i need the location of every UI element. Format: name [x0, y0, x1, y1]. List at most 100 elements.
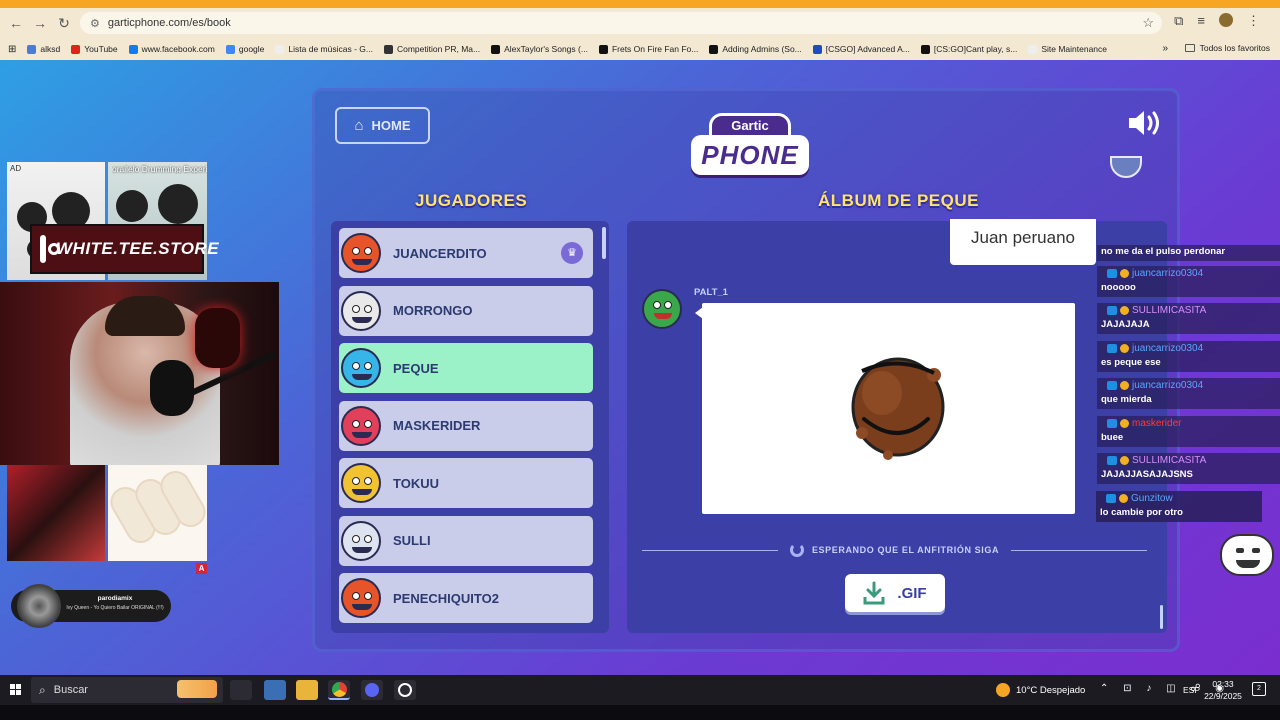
player-avatar — [341, 290, 381, 331]
player-avatar — [341, 233, 381, 273]
player-item[interactable]: MASKERIDER — [339, 400, 593, 451]
google-icon — [225, 44, 235, 54]
apps-icon[interactable]: ⊞ — [8, 44, 16, 55]
ad-title: orailelo Drumming Experi — [112, 164, 207, 174]
download-icon — [863, 581, 885, 605]
ad-product-image[interactable] — [105, 465, 211, 561]
instagram-banner: WHITE.TEE.STORE — [30, 224, 219, 274]
language-indicator[interactable]: ESP — [1183, 685, 1200, 695]
player-name: JUANCERDITO — [393, 245, 487, 261]
url-text: garticphone.com/es/book — [107, 17, 231, 29]
chat-message: Gunzitow lo cambie por otro — [1096, 491, 1262, 522]
notifications-icon[interactable]: 2 — [1252, 682, 1266, 696]
bookmark-item[interactable]: YouTube — [71, 44, 118, 54]
download-gif-button[interactable]: .GIF — [845, 574, 945, 612]
calculator-app-icon[interactable] — [264, 680, 286, 700]
bookmark-item[interactable]: Frets On Fire Fan Fo... — [598, 44, 698, 54]
github-icon — [598, 44, 608, 54]
chat-text: lo cambie por otro — [1100, 507, 1183, 518]
drawing-canvas — [702, 303, 1075, 514]
chat-username: juancarrizo0304 — [1132, 343, 1204, 354]
microphone — [150, 360, 194, 416]
menu-icon[interactable]: ⋮ — [1247, 13, 1260, 29]
game-container: ⌂ HOME Gartic PHONE JUGADORES ÁLBUM DE P… — [312, 88, 1180, 652]
task-view-icon[interactable] — [230, 680, 252, 700]
player-name: MASKERIDER — [393, 418, 481, 433]
chat-username: Gunzitow — [1131, 493, 1173, 504]
youtube-icon — [71, 44, 81, 54]
clock[interactable]: 02:33 22/9/2025 — [1203, 678, 1243, 702]
reload-icon[interactable]: ↻ — [52, 15, 76, 32]
obs-app-icon[interactable] — [394, 680, 416, 700]
chat-message: no me da el pulso perdonar — [1097, 245, 1280, 261]
drawing-face — [851, 357, 945, 460]
home-icon: ⌂ — [354, 117, 364, 134]
waiting-status: ESPERANDO QUE EL ANFITRIÓN SIGA — [642, 543, 1147, 557]
player-item[interactable]: MORRONGO — [339, 285, 593, 336]
player-avatar — [341, 348, 381, 388]
bookmark-item[interactable]: [CS:GO]Cant play, s... — [920, 44, 1017, 54]
bookmark-star-icon[interactable]: ☆ — [1142, 15, 1154, 31]
chat-message: SULLIMICASITA JAJAJAJA — [1097, 303, 1280, 334]
bookmark-item[interactable]: AlexTaylor's Songs (... — [491, 44, 588, 54]
back-icon[interactable]: ← — [4, 15, 28, 31]
bookmark-item[interactable]: [CSGO] Advanced A... — [812, 44, 910, 54]
badge-icon — [1120, 269, 1129, 278]
player-item[interactable]: TOKUU — [339, 458, 593, 508]
address-bar[interactable]: ⚙ garticphone.com/es/book ☆ — [80, 12, 1162, 34]
bookmark-item[interactable]: Site Maintenance — [1028, 44, 1107, 54]
home-button[interactable]: ⌂ HOME — [335, 107, 430, 144]
ad-badge: A — [196, 563, 207, 574]
profile-avatar[interactable] — [1219, 13, 1233, 27]
file-explorer-icon[interactable] — [296, 680, 318, 700]
players-heading: JUGADORES — [415, 191, 528, 210]
discord-app-icon[interactable] — [361, 680, 383, 700]
player-name: MORRONGO — [393, 303, 473, 318]
extensions-icon[interactable]: ⧉ — [1174, 13, 1183, 29]
player-item[interactable]: PENECHIQUITO2 — [339, 573, 593, 623]
host-crown-icon: ♛ — [561, 242, 583, 264]
media-icon[interactable]: ≡ — [1197, 13, 1205, 29]
chat-message: maskerider buee — [1097, 416, 1280, 447]
players-list: JUANCERDITO ♛ MORRONGO PEQUE MASKERIDER TOKUU… — [331, 221, 609, 633]
windows-start-icon[interactable] — [10, 684, 22, 696]
player-item[interactable]: PEQUE — [339, 343, 593, 393]
bookmark-item[interactable]: google — [225, 44, 264, 54]
badge-icon — [1107, 306, 1117, 315]
weather-widget[interactable]: 10°C Despejado — [996, 683, 1085, 697]
badge-icon — [1106, 494, 1116, 503]
screen-bottom — [0, 705, 1280, 720]
bookmark-item[interactable]: www.facebook.com — [128, 44, 215, 54]
bookmarks-more-icon[interactable]: » — [1162, 43, 1168, 54]
bookmark-item[interactable]: Competition PR, Ma... — [383, 44, 480, 54]
chrome-app-icon[interactable] — [328, 680, 350, 700]
chat-message: SULLIMICASITA JAJAJJASAJAJSNS — [1097, 453, 1280, 484]
player-item[interactable]: SULLI — [339, 515, 593, 566]
streamer-hair — [105, 296, 185, 336]
loading-spinner-icon — [789, 543, 804, 557]
forward-icon[interactable]: → — [28, 15, 52, 31]
site-info-icon[interactable]: ⚙ — [90, 17, 100, 30]
bookmark-item[interactable]: Adding Admins (So... — [709, 44, 802, 54]
chat-username: maskerider — [1132, 418, 1182, 429]
all-bookmarks[interactable]: Todos los favoritos — [1184, 43, 1270, 53]
compass-icon — [383, 44, 393, 54]
now-playing-widget: parodiamix Ivy Queen - Yo Quiero Bailar … — [11, 584, 171, 628]
ad-product-image[interactable] — [7, 465, 105, 561]
sound-icon[interactable] — [1127, 109, 1163, 137]
badge-icon — [1107, 381, 1117, 390]
author-avatar — [642, 289, 682, 329]
decorative-mask — [195, 308, 240, 368]
player-item[interactable]: JUANCERDITO ♛ — [339, 228, 593, 278]
bookmark-item[interactable]: Lista de músicas - G... — [275, 44, 373, 54]
github-icon — [920, 44, 930, 54]
search-highlight-icon — [177, 680, 217, 698]
album-heading: ÁLBUM DE PEQUE — [818, 191, 979, 210]
album-scrollbar[interactable] — [1160, 605, 1163, 629]
player-avatar — [341, 520, 381, 561]
players-scrollbar[interactable] — [602, 227, 606, 259]
chat-text: JAJAJJASAJAJSNS — [1101, 469, 1193, 480]
bookmark-item[interactable]: alksd — [27, 44, 60, 54]
taskbar-search[interactable]: ⌕ Buscar — [31, 677, 223, 703]
facebook-icon — [128, 44, 138, 54]
